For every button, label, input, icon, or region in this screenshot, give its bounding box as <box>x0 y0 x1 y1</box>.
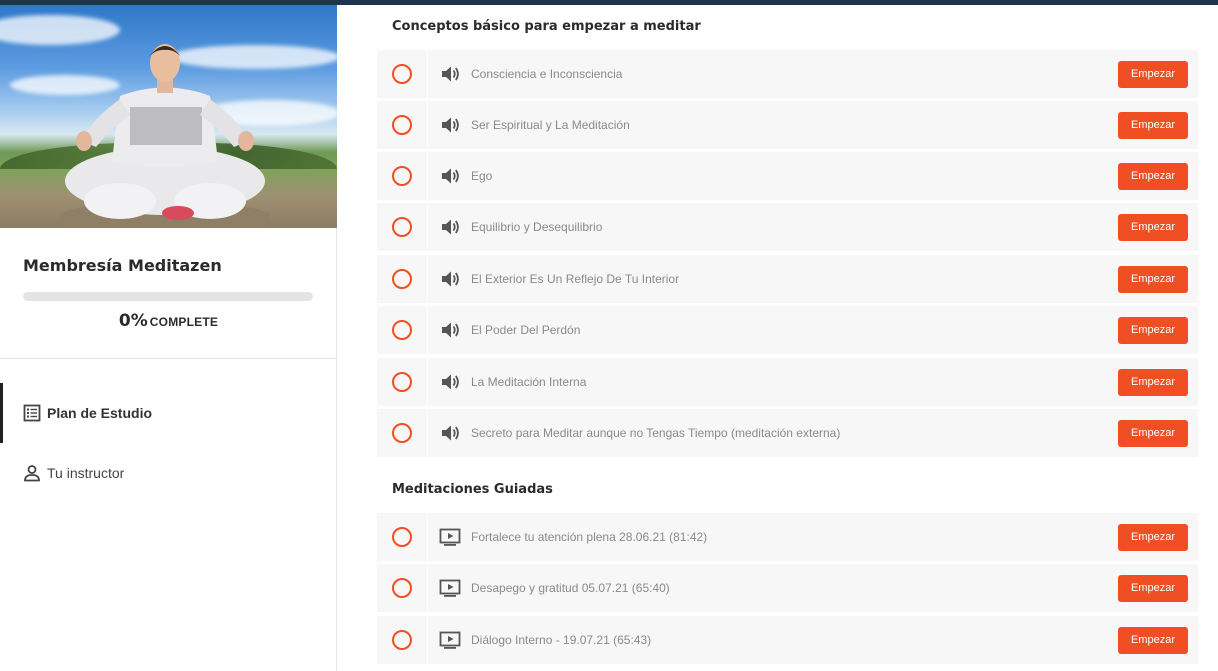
start-button[interactable]: Empezar <box>1118 419 1188 447</box>
audio-icon <box>439 423 461 443</box>
section-title: Conceptos básico para empezar a meditar <box>392 19 701 34</box>
lesson-title: Fortalece tu atención plena 28.06.21 (81… <box>471 530 708 544</box>
completion-circle[interactable] <box>392 630 412 650</box>
audio-icon <box>439 115 461 135</box>
lesson-row[interactable]: Diálogo Interno - 19.07.21 (65:43) Empez… <box>377 616 1198 664</box>
lesson-title: Secreto para Meditar aunque no Tengas Ti… <box>471 426 841 440</box>
audio-icon <box>439 372 461 392</box>
curriculum: Conceptos básico para empezar a meditar … <box>377 5 1198 671</box>
audio-icon <box>439 166 461 186</box>
video-icon <box>439 578 461 598</box>
progress-percent: 0% <box>118 311 148 331</box>
video-icon <box>439 630 461 650</box>
start-button[interactable]: Empezar <box>1118 60 1188 88</box>
lesson-title: Desapego y gratitud 05.07.21 (65:40) <box>471 581 670 595</box>
lesson-row[interactable]: Consciencia e Inconsciencia Empezar <box>377 50 1198 98</box>
sidebar: Membresía Meditazen 0% COMPLETE Plan de E… <box>0 5 337 671</box>
start-button[interactable]: Empezar <box>1118 111 1188 139</box>
progress-label: COMPLETE <box>149 315 219 329</box>
course-hero-image <box>0 5 337 228</box>
start-button[interactable]: Empezar <box>1118 523 1188 551</box>
start-button[interactable]: Empezar <box>1118 162 1188 190</box>
sidebar-item-tu-instructor[interactable]: Tu instructor <box>0 443 337 503</box>
lesson-title: La Meditación Interna <box>471 375 587 389</box>
lesson-title: Consciencia e Inconsciencia <box>471 67 623 81</box>
person-icon <box>22 463 42 483</box>
progress-bar <box>23 292 313 301</box>
completion-circle[interactable] <box>392 166 412 186</box>
start-button[interactable]: Empezar <box>1118 626 1188 654</box>
start-button[interactable]: Empezar <box>1118 265 1188 293</box>
completion-circle[interactable] <box>392 64 412 84</box>
lesson-title: Ego <box>471 169 493 183</box>
completion-circle[interactable] <box>392 320 412 340</box>
lesson-row[interactable]: Secreto para Meditar aunque no Tengas Ti… <box>377 409 1198 457</box>
lesson-row[interactable]: El Poder Del Perdón Empezar <box>377 306 1198 354</box>
start-button[interactable]: Empezar <box>1118 368 1188 396</box>
start-button[interactable]: Empezar <box>1118 213 1188 241</box>
audio-icon <box>439 217 461 237</box>
lesson-row[interactable]: El Exterior Es Un Reflejo De Tu Interior… <box>377 255 1198 303</box>
sidebar-item-label: Tu instructor <box>47 465 125 481</box>
lesson-title: Ser Espiritual y La Meditación <box>471 118 630 132</box>
start-button[interactable]: Empezar <box>1118 574 1188 602</box>
completion-circle[interactable] <box>392 217 412 237</box>
completion-circle[interactable] <box>392 578 412 598</box>
section-title: Meditaciones Guiadas <box>392 482 553 497</box>
lesson-row[interactable]: Fortalece tu atención plena 28.06.21 (81… <box>377 513 1198 561</box>
video-icon <box>439 527 461 547</box>
sidebar-item-plan-de-estudio[interactable]: Plan de Estudio <box>0 383 337 443</box>
lesson-row[interactable]: La Meditación Interna Empezar <box>377 358 1198 406</box>
lesson-title: Equilibrio y Desequilibrio <box>471 220 603 234</box>
list-icon <box>22 403 42 423</box>
completion-circle[interactable] <box>392 372 412 392</box>
completion-circle[interactable] <box>392 269 412 289</box>
lesson-row[interactable]: Ego Empezar <box>377 152 1198 200</box>
completion-circle[interactable] <box>392 423 412 443</box>
lesson-title: Diálogo Interno - 19.07.21 (65:43) <box>471 633 652 647</box>
course-title: Membresía Meditazen <box>23 256 222 275</box>
audio-icon <box>439 64 461 84</box>
completion-circle[interactable] <box>392 527 412 547</box>
sidebar-divider <box>0 358 337 359</box>
audio-icon <box>439 320 461 340</box>
audio-icon <box>439 269 461 289</box>
lesson-row[interactable]: Ser Espiritual y La Meditación Empezar <box>377 101 1198 149</box>
lesson-row[interactable]: Desapego y gratitud 05.07.21 (65:40) Emp… <box>377 564 1198 612</box>
sidebar-item-label: Plan de Estudio <box>47 405 153 421</box>
lesson-title: El Exterior Es Un Reflejo De Tu Interior <box>471 272 680 286</box>
lesson-row[interactable]: Equilibrio y Desequilibrio Empezar <box>377 203 1198 251</box>
completion-circle[interactable] <box>392 115 412 135</box>
start-button[interactable]: Empezar <box>1118 316 1188 344</box>
progress-summary: 0% COMPLETE <box>0 311 337 331</box>
lesson-title: El Poder Del Perdón <box>471 323 581 337</box>
